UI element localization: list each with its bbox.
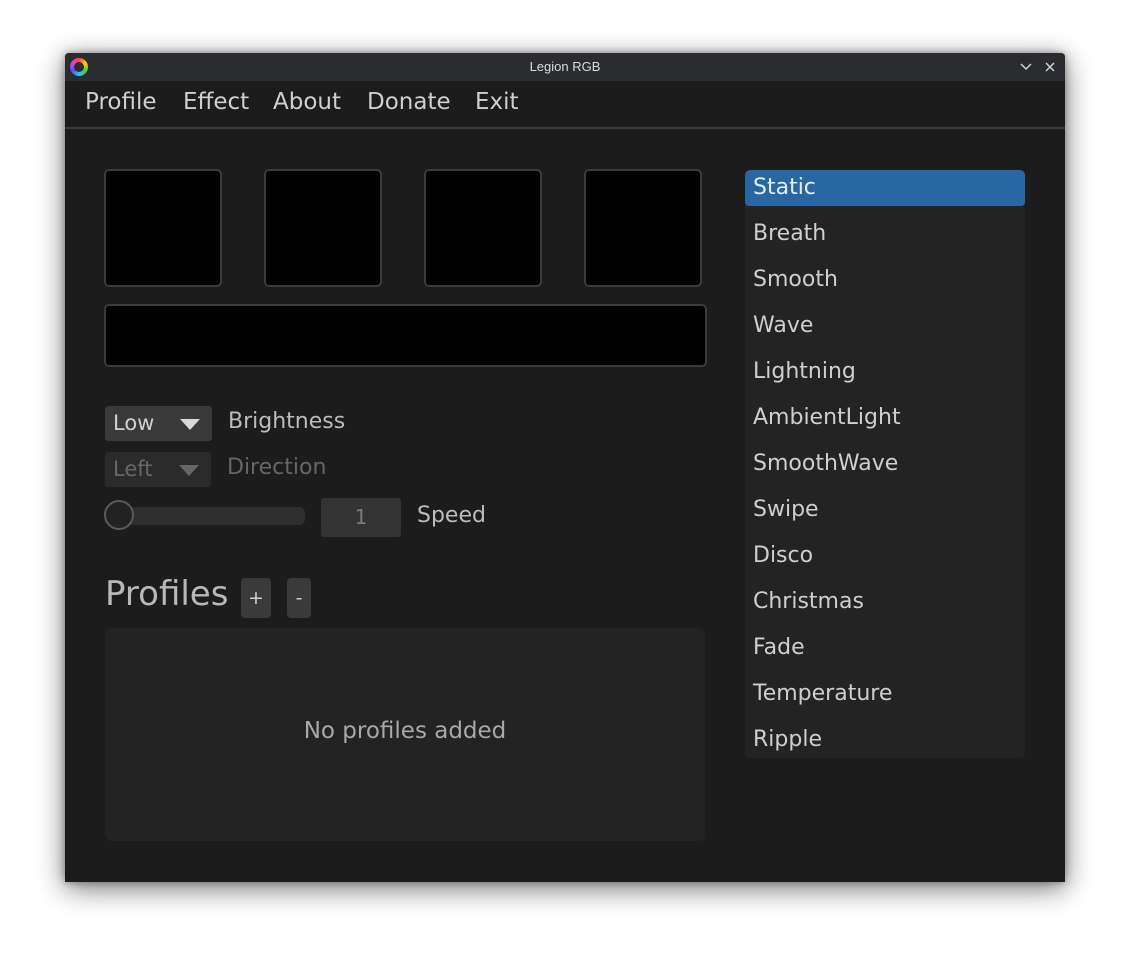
- menu-exit[interactable]: Exit: [475, 89, 519, 115]
- close-icon: [1045, 62, 1055, 72]
- speed-label: Speed: [417, 503, 486, 528]
- close-button[interactable]: [1040, 57, 1060, 77]
- speed-slider-handle[interactable]: [104, 500, 134, 530]
- speed-spinbox[interactable]: 1: [321, 498, 401, 537]
- profiles-heading: Profiles: [105, 574, 229, 614]
- profiles-list[interactable]: No profiles added: [105, 628, 705, 841]
- direction-label: Direction: [227, 455, 327, 480]
- dropdown-arrow-icon: [180, 419, 200, 430]
- effect-item-breath[interactable]: Breath: [745, 216, 1025, 252]
- effect-item-temperature[interactable]: Temperature: [745, 676, 1025, 712]
- speed-slider-track[interactable]: [105, 507, 305, 525]
- effect-item-ripple[interactable]: Ripple: [745, 722, 1025, 758]
- brightness-dropdown[interactable]: Low: [105, 406, 212, 441]
- color-preview-bar: [104, 304, 707, 367]
- app-window: Legion RGB Profile Effect About Donate E…: [65, 53, 1065, 882]
- effect-item-smooth[interactable]: Smooth: [745, 262, 1025, 298]
- brightness-value: Low: [113, 411, 155, 435]
- effect-item-fade[interactable]: Fade: [745, 630, 1025, 666]
- profiles-empty-message: No profiles added: [303, 718, 507, 744]
- window-title: Legion RGB: [529, 59, 601, 74]
- menu-donate[interactable]: Donate: [367, 89, 451, 115]
- effect-item-christmas[interactable]: Christmas: [745, 584, 1025, 620]
- color-swatch-3[interactable]: [424, 169, 542, 287]
- color-swatch-2[interactable]: [264, 169, 382, 287]
- color-swatch-4[interactable]: [584, 169, 702, 287]
- remove-profile-button[interactable]: -: [287, 578, 311, 618]
- effect-item-lightning[interactable]: Lightning: [745, 354, 1025, 390]
- direction-dropdown[interactable]: Left: [105, 452, 211, 487]
- color-swatch-1[interactable]: [104, 169, 222, 287]
- effect-item-swipe[interactable]: Swipe: [745, 492, 1025, 528]
- chevron-down-icon: [1020, 63, 1032, 71]
- effect-list[interactable]: Static Breath Smooth Wave Lightning Ambi…: [745, 170, 1025, 758]
- effect-item-ambientlight[interactable]: AmbientLight: [745, 400, 1025, 436]
- minimize-button[interactable]: [1016, 57, 1036, 77]
- effect-item-static[interactable]: Static: [745, 170, 1025, 206]
- effect-item-wave[interactable]: Wave: [745, 308, 1025, 344]
- effect-item-smoothwave[interactable]: SmoothWave: [745, 446, 1025, 482]
- brightness-label: Brightness: [228, 409, 346, 434]
- title-bar[interactable]: Legion RGB: [65, 53, 1065, 81]
- menu-bar: Profile Effect About Donate Exit: [65, 81, 1065, 129]
- menu-about[interactable]: About: [273, 89, 341, 115]
- effect-item-disco[interactable]: Disco: [745, 538, 1025, 574]
- dropdown-arrow-icon: [179, 465, 199, 476]
- menu-profile[interactable]: Profile: [85, 89, 157, 115]
- menu-effect[interactable]: Effect: [183, 89, 249, 115]
- add-profile-button[interactable]: +: [241, 578, 271, 618]
- direction-value: Left: [113, 457, 153, 481]
